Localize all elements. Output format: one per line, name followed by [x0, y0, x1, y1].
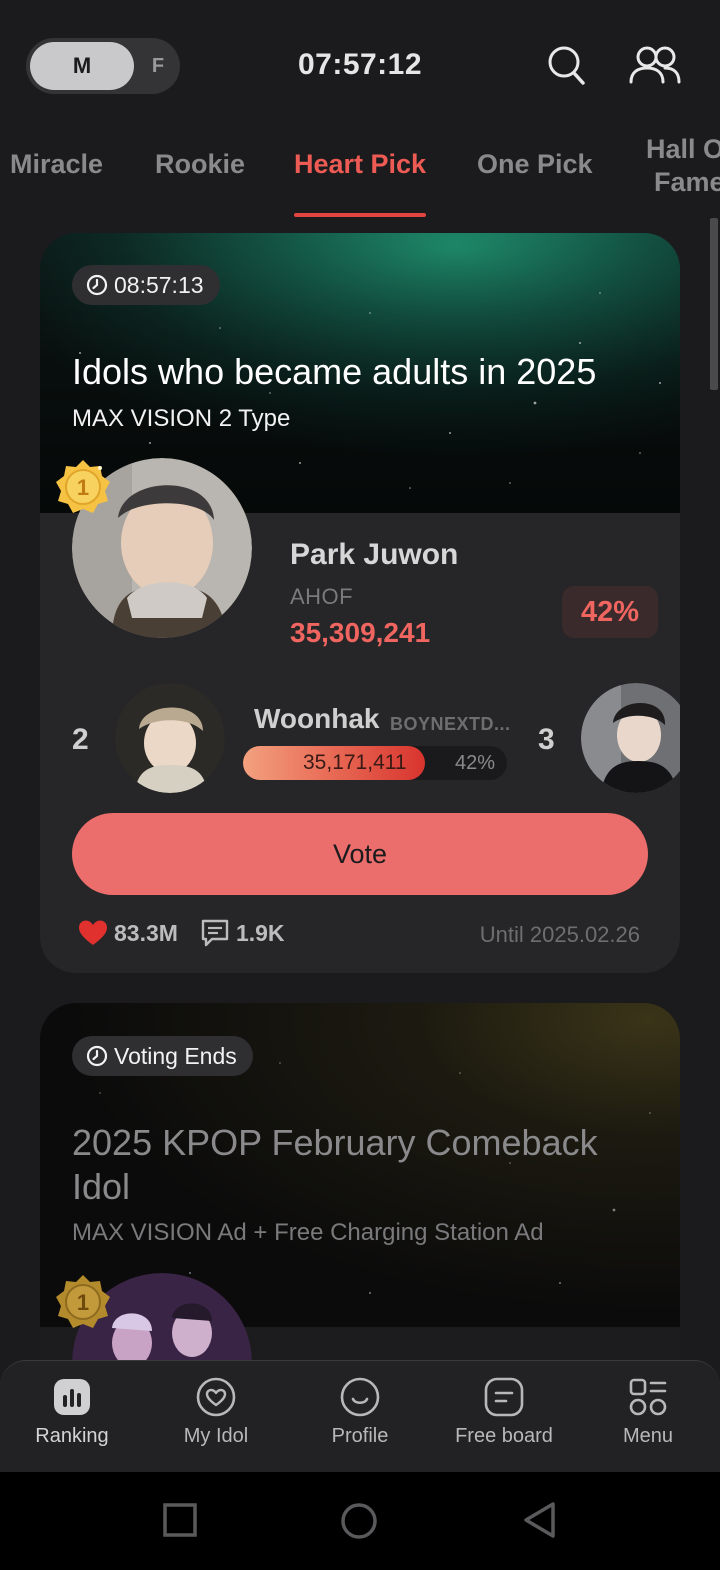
medal-rank-1-card2: 1 — [77, 1290, 89, 1315]
scrollbar[interactable] — [710, 218, 718, 390]
hearts-stat[interactable]: 83.3M — [78, 919, 178, 947]
second-place-percent: 42% — [454, 752, 495, 774]
comments-stat[interactable]: 1.9K — [200, 919, 285, 947]
first-place-votes: 35,309,241 — [290, 617, 431, 648]
timer-badge-2: Voting Ends — [72, 1036, 253, 1076]
back-icon[interactable] — [520, 1500, 560, 1540]
clock-icon — [86, 1045, 108, 1067]
card-subtitle: MAX VISION 2 Type — [72, 405, 291, 432]
recent-apps-icon[interactable] — [160, 1500, 200, 1540]
chart-icon — [54, 1379, 90, 1415]
first-place-name: Park Juwon — [290, 538, 459, 571]
timer-text-2: Voting Ends — [114, 1042, 237, 1069]
nav-label: My Idol — [183, 1425, 249, 1447]
tab-rookie[interactable]: Rookie — [155, 149, 245, 180]
tab-hall-of-fame-line-1: Hall O — [646, 134, 720, 164]
first-place-percent: 42% — [562, 586, 658, 638]
avatar-third-place[interactable] — [581, 683, 680, 793]
nav-profile[interactable]: Profile — [288, 1375, 432, 1448]
card-stats: 83.3M 1.9K — [78, 919, 307, 947]
comment-icon — [201, 919, 229, 947]
timer-text: 08:57:13 — [114, 271, 204, 298]
medal-rank-1: 1 — [77, 475, 89, 500]
clock-icon — [86, 274, 108, 296]
medal-gold-icon-2: 1 — [56, 1275, 110, 1328]
comments-count: 1.9K — [235, 919, 285, 946]
vote-button[interactable]: Vote — [72, 813, 648, 895]
second-place-rank: 2 — [72, 723, 89, 756]
card2-title: 2025 KPOP February Comeback Idol — [72, 1122, 598, 1207]
second-place-votes: 35,171,411 — [303, 751, 407, 774]
system-navigation-bar — [0, 1472, 720, 1570]
menu-grid-icon — [629, 1378, 667, 1416]
tab-hall-of-fame[interactable]: Hall O Fame — [640, 133, 720, 199]
nav-label: Profile — [331, 1425, 389, 1447]
card2-subtitle: MAX VISION Ad + Free Charging Station Ad — [72, 1219, 544, 1246]
tab-one-pick[interactable]: One Pick — [477, 149, 593, 180]
card-title: Idols who became adults in 2025 — [72, 351, 597, 392]
medal-gold-icon: 1 — [56, 460, 110, 513]
tab-heart-pick[interactable]: Heart Pick — [294, 149, 426, 180]
nav-menu[interactable]: Menu — [576, 1375, 720, 1448]
board-icon — [484, 1377, 524, 1417]
hearts-count: 83.3M — [114, 919, 178, 946]
smile-icon — [340, 1377, 380, 1417]
vote-card[interactable]: 08:57:13 Idols who became adults in 2025… — [40, 233, 680, 973]
clock: 07:57:12 — [297, 48, 423, 81]
active-tab-indicator — [294, 213, 426, 217]
nav-free-board[interactable]: Free board — [432, 1375, 576, 1448]
category-tabs: Miracle Rookie Heart Pick One Pick Hall … — [0, 125, 720, 220]
tab-miracle[interactable]: Miracle — [10, 149, 103, 180]
nav-label: Ranking — [35, 1425, 109, 1447]
nav-my-idol[interactable]: My Idol — [144, 1375, 288, 1448]
vote-progress-fill: 35,171,411 — [243, 746, 426, 780]
nav-label: Menu — [622, 1425, 674, 1447]
search-icon[interactable] — [546, 44, 586, 86]
gender-option-m[interactable]: M — [30, 42, 134, 90]
gender-option-f[interactable]: F — [138, 42, 178, 90]
nav-ranking[interactable]: Ranking — [0, 1375, 144, 1448]
gender-toggle[interactable]: M F — [26, 38, 180, 94]
third-place-rank: 3 — [538, 723, 555, 756]
tab-hall-of-fame-line-2: Fame — [654, 167, 720, 197]
timer-badge: 08:57:13 — [72, 265, 220, 305]
heart-icon — [79, 920, 107, 945]
second-place-name: Woonhak — [254, 703, 380, 734]
users-icon[interactable] — [628, 44, 682, 86]
second-place-group: BOYNEXTD... — [390, 714, 511, 734]
heart-outline-icon — [196, 1377, 236, 1417]
first-place-group: AHOF — [290, 584, 354, 609]
nav-label: Free board — [455, 1425, 553, 1447]
end-date: Until 2025.02.26 — [479, 922, 640, 947]
bottom-navigation: Ranking My Idol Profile Free board Menu — [0, 1360, 720, 1472]
home-icon[interactable] — [338, 1500, 380, 1542]
top-bar: M F 07:57:12 — [0, 0, 720, 125]
vote-progress-bar: 35,171,411 42% — [243, 746, 507, 780]
avatar-second-place[interactable] — [115, 683, 225, 793]
